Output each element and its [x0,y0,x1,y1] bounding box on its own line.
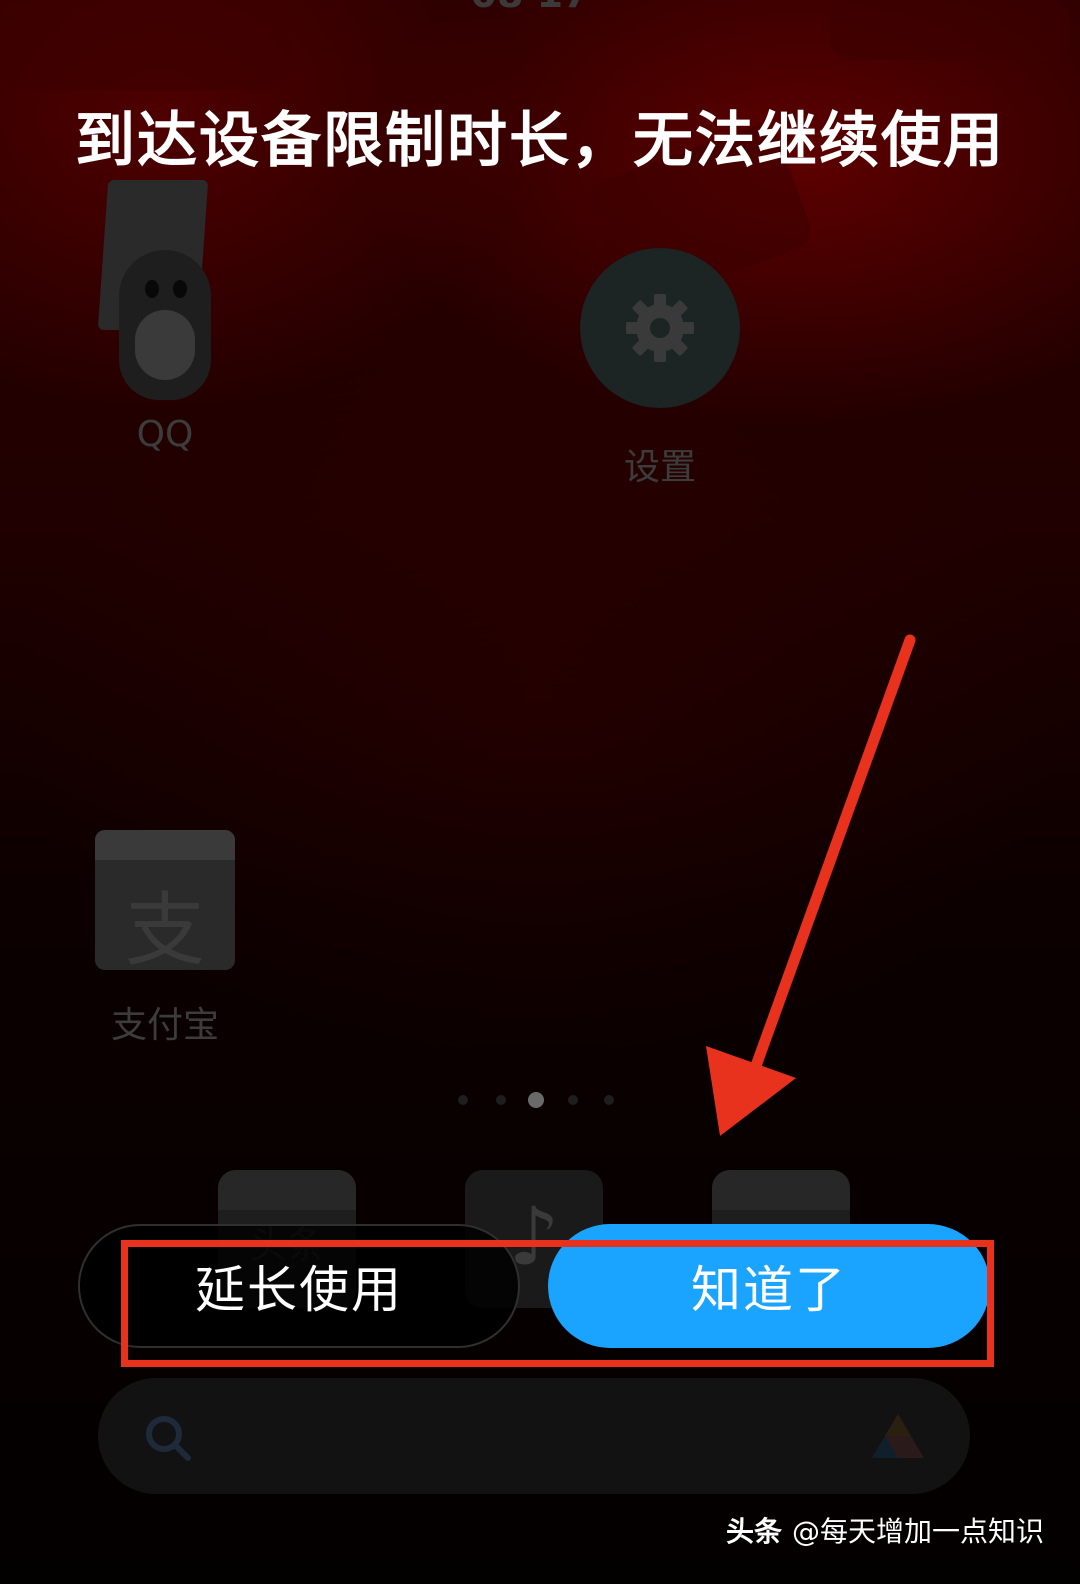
watermark: 头条 @每天增加一点知识 [726,1510,1044,1550]
search-bar[interactable] [98,1378,970,1494]
home-screen: 08 17 到达设备限制时长，无法继续使用 QQ [0,0,1080,1584]
assistant-icon[interactable] [868,1410,928,1462]
search-icon [146,1416,191,1461]
watermark-brand: 头条 [725,1515,782,1548]
watermark-author: @每天增加一点知识 [791,1515,1044,1548]
annotation-arrow [706,634,916,1136]
